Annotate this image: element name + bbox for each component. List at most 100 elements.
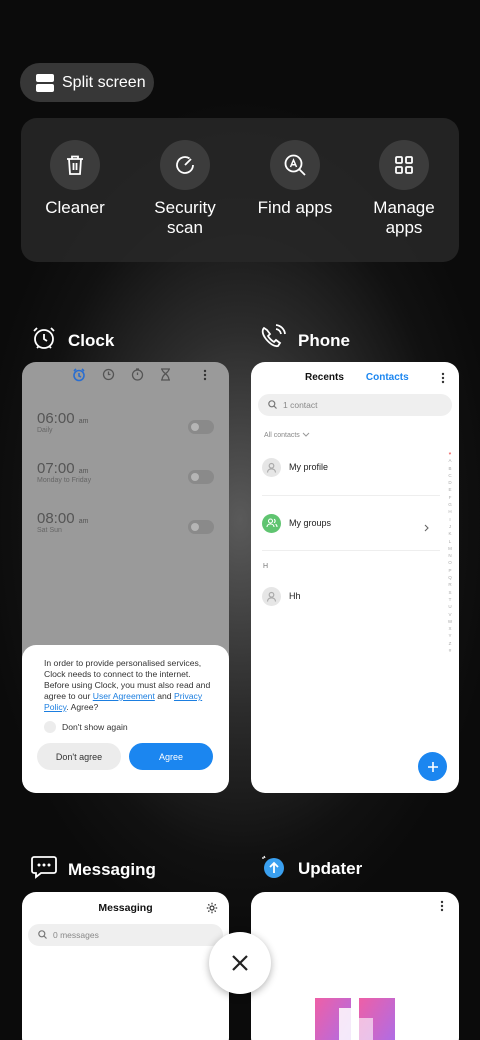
messaging-app-card[interactable]: Messaging 0 messages <box>22 892 229 1040</box>
alarm-row[interactable]: 06:00 am Daily <box>22 410 229 460</box>
phone-tabs: Recents Contacts <box>251 362 459 392</box>
clock-icon <box>30 324 58 357</box>
messaging-icon <box>30 854 58 885</box>
checkbox-circle <box>44 721 56 733</box>
alphabet-index-letter[interactable]: B <box>447 465 453 472</box>
add-contact-button[interactable] <box>418 752 447 781</box>
alphabet-index-letter[interactable]: # <box>447 647 453 654</box>
alphabet-index-letter[interactable]: R <box>447 581 453 588</box>
divider <box>262 550 440 551</box>
clock-app-card[interactable]: 06:00 am Daily 07:00 am Monday to Friday… <box>22 362 229 793</box>
privacy-consent-dialog: In order to provide personalised service… <box>22 645 229 793</box>
all-contacts-filter[interactable]: All contacts <box>264 432 459 439</box>
alphabet-index-letter[interactable]: S <box>447 589 453 596</box>
alarm-row[interactable]: 07:00 am Monday to Friday <box>22 460 229 510</box>
updater-app-card[interactable] <box>251 892 459 1040</box>
security-scan-label: Security scan <box>154 198 216 237</box>
consent-text: In order to provide personalised service… <box>44 658 213 713</box>
consent-text-and: and <box>154 691 174 701</box>
phone-app-header[interactable]: Phone <box>258 324 350 357</box>
security-scan-button[interactable]: Security scan <box>135 140 235 238</box>
alphabet-index-letter[interactable]: J <box>447 523 453 530</box>
alarm-time: 08:00 <box>37 510 75 527</box>
alphabet-index-letter[interactable]: T <box>447 596 453 603</box>
updater-app-header[interactable]: Updater <box>260 852 362 885</box>
consent-text-end: . Agree? <box>66 702 99 712</box>
phone-app-card[interactable]: Recents Contacts 1 contact All contacts … <box>251 362 459 793</box>
clock-more-icon[interactable] <box>203 368 207 386</box>
search-icon <box>38 929 47 941</box>
split-screen-label: Split screen <box>62 73 146 91</box>
alarm-ampm: am <box>78 518 89 525</box>
manage-apps-icon <box>379 140 429 190</box>
alphabet-index-letter[interactable]: A <box>447 457 453 464</box>
search-icon <box>268 399 277 411</box>
alarm-toggle[interactable] <box>188 520 214 534</box>
alphabet-index-letter[interactable]: D <box>447 479 453 486</box>
dont-show-again-checkbox[interactable]: Don't show again <box>44 721 213 733</box>
tab-contacts[interactable]: Contacts <box>366 372 409 383</box>
alphabet-index-letter[interactable]: N <box>447 552 453 559</box>
alarm-toggle[interactable] <box>188 420 214 434</box>
alphabet-index-letter[interactable]: Q <box>447 574 453 581</box>
alphabet-index-letter[interactable]: ♥ <box>447 450 453 457</box>
alphabet-index-letter[interactable]: L <box>447 538 453 545</box>
cleaner-button[interactable]: Cleaner <box>25 140 125 218</box>
clock-app-header[interactable]: Clock <box>30 324 114 357</box>
messaging-app-header[interactable]: Messaging <box>30 854 156 885</box>
alarm-tab-icon[interactable] <box>72 367 86 387</box>
agree-button[interactable]: Agree <box>129 743 213 770</box>
user-agreement-link[interactable]: User Agreement <box>93 691 155 701</box>
dont-show-again-label: Don't show again <box>62 722 128 732</box>
miui-version-logo <box>315 998 395 1040</box>
clock-tab-icon[interactable] <box>102 368 115 386</box>
alphabet-index-letter[interactable]: O <box>447 559 453 566</box>
alphabet-index-letter[interactable]: K <box>447 530 453 537</box>
alarm-row[interactable]: 08:00 am Sat Sun <box>22 510 229 560</box>
messages-search-placeholder: 0 messages <box>53 930 99 940</box>
alarm-repeat: Monday to Friday <box>37 477 92 484</box>
alphabet-index-letter[interactable]: X <box>447 625 453 632</box>
my-profile-label: My profile <box>289 462 329 472</box>
split-screen-button[interactable]: Split screen <box>20 63 154 102</box>
phone-more-icon[interactable] <box>441 372 445 387</box>
updater-more-icon[interactable] <box>440 899 444 917</box>
messaging-app-title: Messaging <box>68 859 156 879</box>
settings-gear-icon[interactable] <box>206 902 218 917</box>
alphabet-index-letter[interactable]: Z <box>447 640 453 647</box>
alarm-toggle[interactable] <box>188 470 214 484</box>
alarm-repeat: Sat Sun <box>37 527 62 534</box>
alphabet-index-letter[interactable]: V <box>447 611 453 618</box>
alarm-time: 06:00 <box>37 410 75 427</box>
alphabet-index-letter[interactable]: G <box>447 501 453 508</box>
manage-apps-button[interactable]: Manage apps <box>354 140 454 238</box>
alphabet-index-letter[interactable]: U <box>447 603 453 610</box>
alphabet-index-letter[interactable]: I <box>447 516 453 523</box>
my-groups-row[interactable]: My groups <box>251 513 331 533</box>
alphabet-index-letter[interactable]: P <box>447 567 453 574</box>
contact-avatar-icon <box>262 586 281 606</box>
alphabet-index-letter[interactable]: M <box>447 545 453 552</box>
security-scan-icon <box>160 140 210 190</box>
alphabet-index-letter[interactable]: F <box>447 494 453 501</box>
quick-tools-panel: Cleaner Security scan Find apps Manage a… <box>21 118 459 262</box>
alphabet-index[interactable]: ♥ A B C D E F G H I J K L M N O P Q R S T U V W X Y Z # <box>447 450 453 654</box>
alphabet-index-letter[interactable]: E <box>447 486 453 493</box>
alphabet-index-letter[interactable]: Y <box>447 632 453 639</box>
close-all-button[interactable] <box>209 932 271 994</box>
search-placeholder: 1 contact <box>283 400 318 410</box>
my-profile-row[interactable]: My profile <box>251 457 328 477</box>
alphabet-index-letter[interactable]: C <box>447 472 453 479</box>
divider <box>262 495 440 496</box>
contacts-search-input[interactable]: 1 contact <box>258 394 452 416</box>
alphabet-index-letter[interactable]: H <box>447 508 453 515</box>
contact-row[interactable]: Hh <box>251 586 301 606</box>
timer-tab-icon[interactable] <box>160 368 171 386</box>
chevron-right-icon <box>424 519 429 537</box>
find-apps-button[interactable]: Find apps <box>245 140 345 218</box>
messages-search-input[interactable]: 0 messages <box>28 924 223 946</box>
dont-agree-button[interactable]: Don't agree <box>37 743 121 770</box>
stopwatch-tab-icon[interactable] <box>131 368 144 386</box>
alphabet-index-letter[interactable]: W <box>447 618 453 625</box>
tab-recents[interactable]: Recents <box>305 372 344 383</box>
